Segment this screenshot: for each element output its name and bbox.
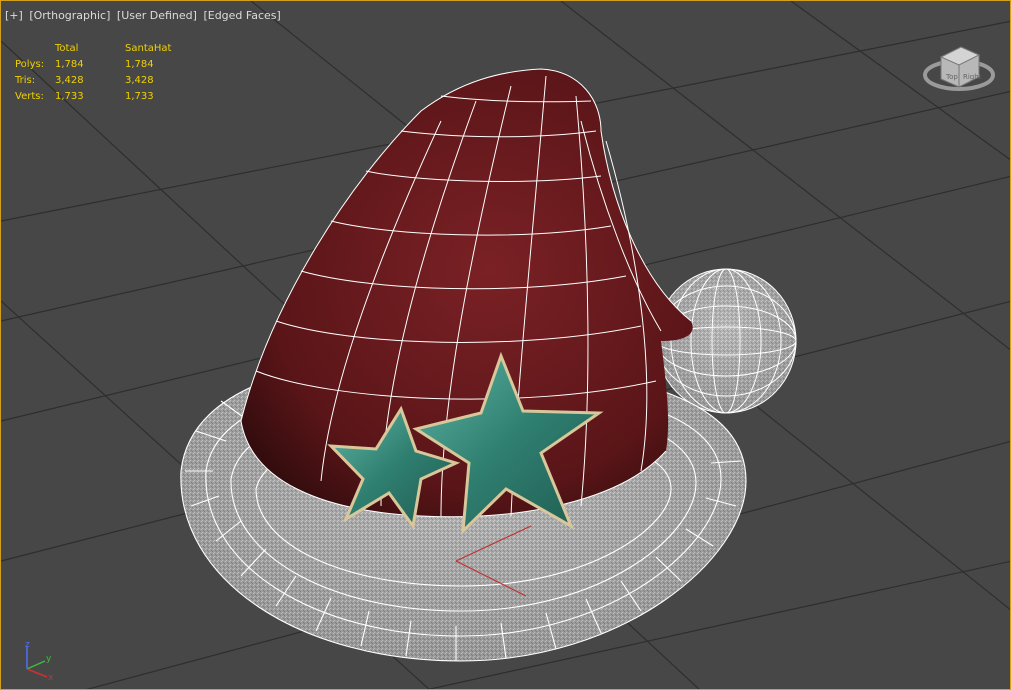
stats-total-value: 1,733	[55, 91, 84, 102]
axis-tripod: z y x	[25, 640, 54, 683]
stats-label: Tris:	[15, 75, 36, 86]
viewcube[interactable]: Top Right	[921, 35, 1001, 105]
stats-object-value: 1,733	[125, 91, 154, 102]
stats-object-value: 1,784	[125, 59, 154, 70]
viewcube-face-label-right: Right	[963, 73, 982, 81]
viewport-menu-plus[interactable]: [+]	[5, 9, 23, 22]
viewport-shading-label[interactable]: [User Defined]	[117, 9, 197, 22]
stats-row-verts: Verts: 1,733 1,733	[15, 89, 195, 105]
stats-header-row: Total SantaHat	[15, 41, 195, 57]
statistics-overlay: Total SantaHat Polys: 1,784 1,784 Tris: …	[15, 41, 195, 105]
stats-object-value: 3,428	[125, 75, 154, 86]
stats-row-tris: Tris: 3,428 3,428	[15, 73, 195, 89]
viewport-label-menu[interactable]: [+] [Orthographic] [User Defined] [Edged…	[5, 9, 281, 22]
pompom-mesh	[655, 268, 797, 414]
viewport-display-label[interactable]: [Edged Faces]	[203, 9, 280, 22]
stats-total-value: 3,428	[55, 75, 84, 86]
viewcube-face-label-top: Top	[945, 73, 958, 81]
stats-header-total: Total	[55, 43, 79, 54]
perspective-viewport[interactable]: [+] [Orthographic] [User Defined] [Edged…	[0, 0, 1011, 690]
stats-header-object: SantaHat	[125, 43, 172, 54]
stats-total-value: 1,784	[55, 59, 84, 70]
stats-header-empty	[15, 41, 55, 57]
axis-label-x: x	[48, 673, 54, 683]
axis-label-y: y	[46, 654, 52, 664]
stats-row-polys: Polys: 1,784 1,784	[15, 57, 195, 73]
axis-label-z: z	[25, 640, 30, 650]
stats-label: Polys:	[15, 59, 45, 70]
viewport-view-label[interactable]: [Orthographic]	[29, 9, 110, 22]
stats-label: Verts:	[15, 91, 44, 102]
